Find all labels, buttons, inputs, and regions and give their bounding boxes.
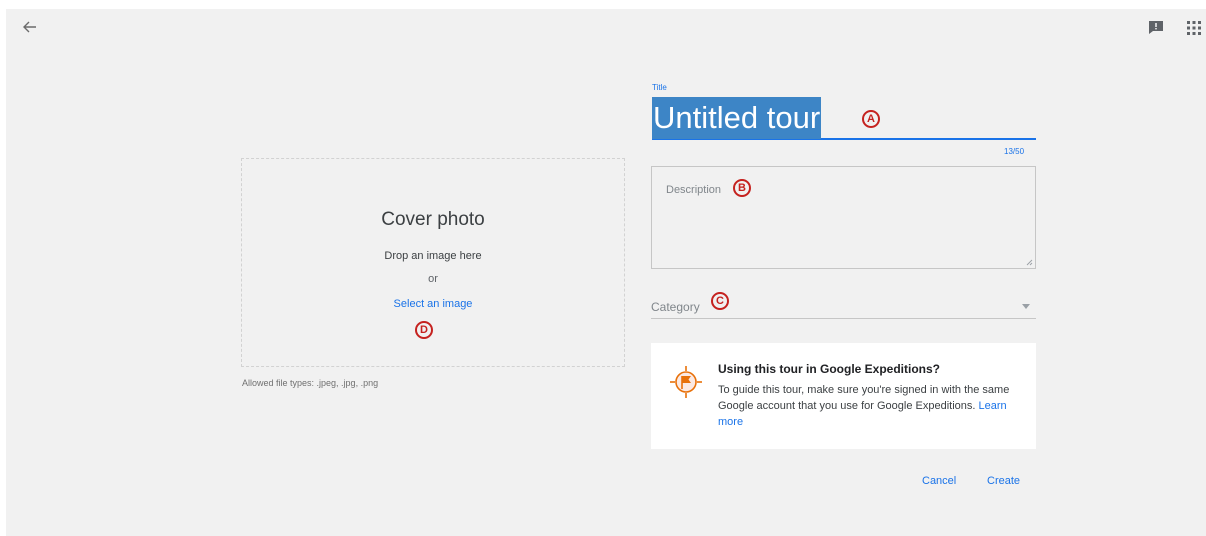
cover-drop-text: Drop an image here — [384, 250, 482, 262]
title-label: Title — [652, 83, 667, 92]
dropdown-caret-icon — [1022, 304, 1030, 309]
annotation-marker-a: A — [862, 110, 880, 128]
apps-grid-icon — [1187, 21, 1201, 35]
feedback-icon — [1149, 21, 1163, 34]
apps-button[interactable] — [1186, 20, 1202, 36]
create-button[interactable]: Create — [987, 475, 1020, 487]
allowed-file-types: Allowed file types: .jpeg, .jpg, .png — [242, 378, 379, 388]
resize-handle-icon[interactable] — [1026, 259, 1033, 266]
cover-photo-title: Cover photo — [381, 209, 485, 230]
category-label: Category — [651, 300, 700, 314]
info-card-body: To guide this tour, make sure you're sig… — [718, 382, 1023, 430]
title-input-value: Untitled tour — [652, 97, 822, 139]
info-card-text: To guide this tour, make sure you're sig… — [718, 384, 1010, 412]
description-placeholder: Description — [666, 184, 722, 196]
back-button[interactable] — [22, 19, 42, 39]
annotation-marker-c: C — [711, 292, 729, 310]
cancel-button[interactable]: Cancel — [922, 475, 956, 487]
feedback-button[interactable] — [1148, 20, 1164, 34]
expeditions-info-card: Using this tour in Google Expeditions? T… — [651, 343, 1036, 449]
annotation-marker-d: D — [415, 321, 433, 339]
title-input[interactable]: Untitled tour — [652, 96, 1036, 140]
expeditions-flag-icon — [670, 366, 702, 398]
arrow-left-icon — [23, 21, 36, 33]
cover-photo-dropzone[interactable]: Cover photo Drop an image here or Select… — [241, 158, 625, 367]
description-textarea[interactable]: Description — [651, 166, 1036, 269]
title-char-counter: 13/50 — [1004, 147, 1025, 156]
info-card-title: Using this tour in Google Expeditions? — [718, 362, 940, 376]
category-select[interactable]: Category — [651, 290, 1036, 319]
annotation-marker-b: B — [733, 179, 751, 197]
select-image-link[interactable]: Select an image — [242, 298, 624, 310]
cover-or-text: or — [428, 273, 438, 285]
